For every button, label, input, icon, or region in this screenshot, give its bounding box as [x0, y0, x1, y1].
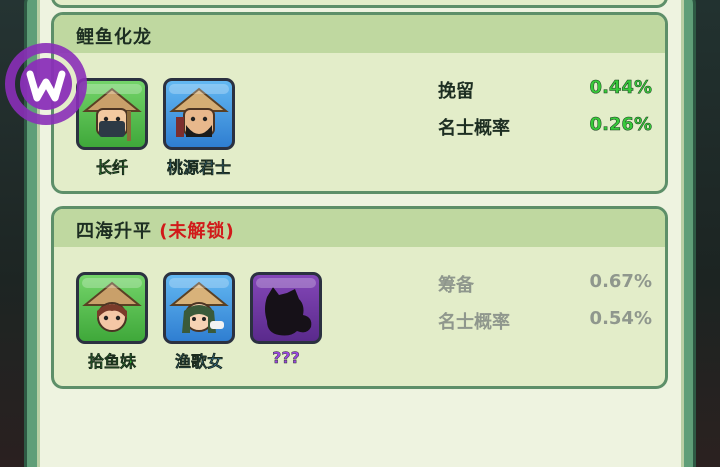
- hero-slot-2[interactable]: 桃源君士: [162, 78, 236, 178]
- w-watermark-logo: [5, 43, 87, 125]
- locked-tag: (未解锁): [159, 221, 235, 242]
- hero-name: ???: [272, 348, 300, 367]
- hero-name: 桃源君士: [166, 158, 231, 177]
- stat-label: 名士概率: [438, 118, 510, 139]
- straw-hat-scholar-icon: [169, 87, 229, 137]
- straw-hat-singer-icon: [169, 281, 229, 333]
- hero-tile[interactable]: [76, 272, 148, 344]
- hero-name: 长纤: [95, 158, 128, 177]
- hero-tile[interactable]: [250, 272, 322, 344]
- stat-label: 筹备: [438, 275, 474, 296]
- stat-row: 挽留 0.44%: [438, 77, 652, 103]
- hero-name: 渔歌女: [174, 352, 223, 371]
- card-title: 四海升平 (未解锁): [76, 217, 235, 243]
- previous-card: [51, 0, 668, 8]
- mystery-silhouette-icon: [265, 287, 312, 336]
- stat-row: 名士概率 0.54%: [438, 308, 652, 334]
- stat-value: 0.54%: [589, 308, 652, 329]
- hero-name: 拾鱼妹: [87, 352, 136, 371]
- skin-card-1[interactable]: 鲤鱼化龙 长纤 桃源君士 挽留 0.44% 名士概率 0.26%: [51, 12, 668, 194]
- skin-title: 四海升平: [76, 221, 152, 242]
- stat-value: 0.67%: [589, 271, 652, 292]
- card-header: 鲤鱼化龙: [54, 15, 665, 53]
- straw-hat-fishing-girl-icon: [82, 281, 142, 332]
- skin-card-2[interactable]: 四海升平 (未解锁) 拾鱼妹 渔歌女 ??? 筹备 0.67% 名士概率 0.5…: [51, 206, 668, 389]
- card-header: 四海升平 (未解锁): [54, 209, 665, 247]
- stat-label: 挽留: [438, 81, 474, 102]
- hero-slot-1[interactable]: 拾鱼妹: [75, 272, 149, 372]
- stat-value: 0.26%: [589, 114, 652, 136]
- stat-value: 0.44%: [589, 77, 652, 99]
- stat-row: 筹备 0.67%: [438, 271, 652, 297]
- hero-tile[interactable]: [163, 78, 235, 150]
- stat-label: 名士概率: [438, 312, 510, 333]
- hero-slot-3[interactable]: ???: [249, 272, 323, 367]
- hero-tile[interactable]: [163, 272, 235, 344]
- hero-slot-2[interactable]: 渔歌女: [162, 272, 236, 372]
- stat-row: 名士概率 0.26%: [438, 114, 652, 140]
